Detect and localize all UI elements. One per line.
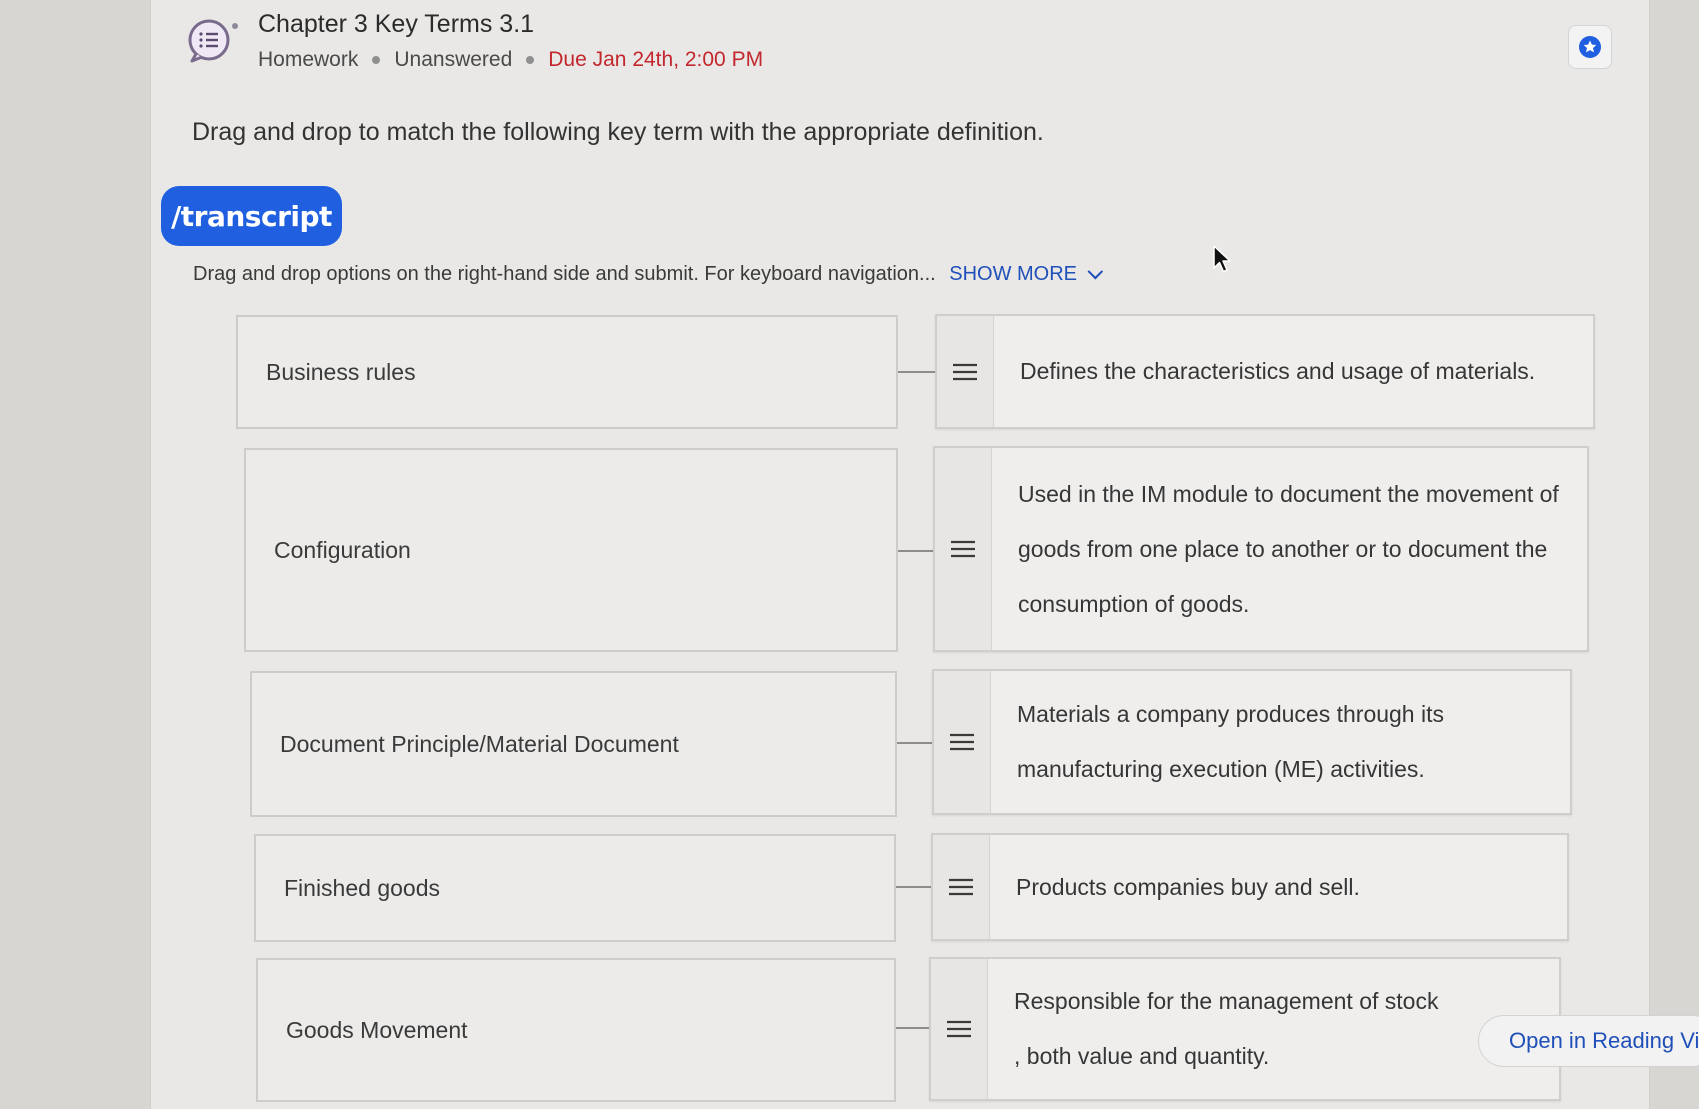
- meta-separator: [372, 56, 381, 64]
- show-more-label: SHOW MORE: [949, 263, 1078, 285]
- open-reading-label: Open in Reading View: [1509, 1028, 1699, 1053]
- term-label: Goods Movement: [286, 1016, 468, 1043]
- definition-card[interactable]: Materials a company produces through its…: [932, 669, 1572, 815]
- term-box: Goods Movement: [256, 958, 896, 1102]
- question-meta: Homework Unanswered Due Jan 24th, 2:00 P…: [258, 48, 763, 72]
- definition-card[interactable]: Defines the characteristics and usage of…: [935, 314, 1595, 429]
- drag-handle[interactable]: [934, 671, 991, 813]
- term-label: Configuration: [274, 536, 411, 563]
- term-label: Finished goods: [284, 874, 440, 901]
- term-box: Configuration: [244, 448, 898, 652]
- show-more-link[interactable]: SHOW MORE: [949, 263, 1104, 285]
- due-date: Due Jan 24th, 2:00 PM: [548, 48, 764, 71]
- definition-text: Used in the IM module to document the mo…: [1018, 480, 1559, 617]
- definition-text: Responsible for the management of stock …: [1014, 988, 1439, 1069]
- drag-handle[interactable]: [935, 448, 992, 650]
- bookmark-button[interactable]: [1568, 25, 1612, 69]
- meta-separator: [526, 56, 535, 64]
- assignment-type: Homework: [258, 48, 359, 71]
- unread-dot: [232, 23, 238, 29]
- drag-handle-icon: [951, 540, 975, 558]
- term-box: Document Principle/Material Document: [250, 671, 897, 817]
- question-title: Chapter 3 Key Terms 3.1: [258, 10, 535, 38]
- drag-handle[interactable]: [937, 316, 994, 427]
- instructions-text: Drag and drop options on the right-hand …: [193, 263, 936, 285]
- transcript-logo: /transcript: [161, 186, 342, 246]
- question-prompt: Drag and drop to match the following key…: [192, 118, 1044, 146]
- drag-handle-icon: [950, 733, 974, 751]
- star-icon: [1579, 36, 1601, 58]
- definition-card[interactable]: Used in the IM module to document the mo…: [933, 446, 1589, 652]
- term-box: Business rules: [236, 315, 898, 429]
- definition-card[interactable]: Products companies buy and sell.: [931, 833, 1569, 941]
- mouse-pointer-icon: [1213, 245, 1231, 273]
- open-in-reading-view-button[interactable]: Open in Reading View: [1478, 1015, 1699, 1067]
- definition-text: Products companies buy and sell.: [1016, 873, 1360, 900]
- term-label: Document Principle/Material Document: [280, 730, 679, 757]
- definition-card[interactable]: Responsible for the management of stock …: [929, 957, 1561, 1101]
- match-connector: [897, 742, 933, 744]
- match-connector: [898, 371, 936, 373]
- match-connector: [898, 550, 934, 552]
- drag-handle[interactable]: [933, 835, 990, 939]
- term-label: Business rules: [266, 358, 416, 385]
- drag-handle-icon: [947, 1020, 971, 1038]
- drag-handle-icon: [949, 878, 973, 896]
- definition-text: Defines the characteristics and usage of…: [1020, 358, 1536, 384]
- instructions: Drag and drop options on the right-hand …: [193, 263, 1104, 286]
- chat-list-icon: [188, 19, 230, 63]
- drag-handle-icon: [953, 363, 977, 380]
- definition-text: Materials a company produces through its…: [1017, 701, 1444, 782]
- term-box: Finished goods: [254, 834, 896, 942]
- answer-status: Unanswered: [394, 48, 513, 71]
- drag-handle[interactable]: [931, 959, 988, 1099]
- match-connector: [896, 1027, 930, 1029]
- match-connector: [896, 886, 932, 888]
